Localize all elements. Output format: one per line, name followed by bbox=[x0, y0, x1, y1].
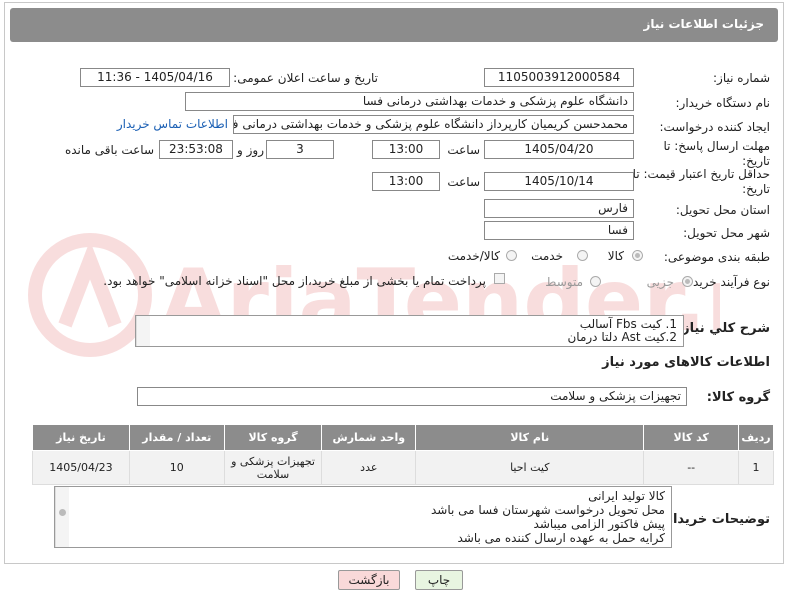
category-option-goods: کالا bbox=[607, 249, 624, 263]
announce-datetime-label: تاریخ و ساعت اعلان عمومی: bbox=[233, 71, 378, 85]
goods-table: ردیف کد کالا نام کالا واحد شمارش گروه کا… bbox=[32, 424, 774, 485]
buyer-notes-line: کالا تولید ایرانی bbox=[588, 489, 665, 503]
buyer-notes-line: پیش فاکتور الزامی میباشد bbox=[533, 517, 665, 531]
goods-info-heading: اطلاعات کالاهای مورد نیاز bbox=[602, 355, 770, 370]
cell-unit: عدد bbox=[321, 450, 417, 485]
cell-row: 1 bbox=[738, 450, 774, 485]
page-header: جزئیات اطلاعات نیاز bbox=[10, 8, 778, 42]
category-label: طبقه بندی موضوعی: bbox=[663, 250, 770, 264]
need-description-label: شرح کلي نياز: bbox=[676, 321, 770, 336]
price-validity-label: حداقل تاریخ اعتبار قیمت: تا تاریخ: bbox=[632, 167, 770, 196]
process-label: نوع فرآیند خرید : bbox=[685, 275, 770, 289]
payment-note: پرداخت تمام یا بخشی از مبلغ خرید،از محل … bbox=[103, 274, 486, 288]
col-header-code: کد کالا bbox=[643, 424, 740, 451]
col-header-qty: تعداد / مقدار bbox=[128, 424, 225, 451]
category-radio-service[interactable] bbox=[577, 250, 588, 261]
buyer-notes-scrollbar[interactable] bbox=[55, 487, 69, 547]
deadline-label: مهلت ارسال پاسخ: تا تاریخ: bbox=[663, 139, 770, 168]
province-field: فارس bbox=[484, 199, 634, 218]
col-header-unit: واحد شمارش bbox=[321, 424, 417, 451]
print-button[interactable]: چاپ bbox=[415, 570, 463, 590]
requester-label: ایجاد کننده درخواست: bbox=[659, 120, 770, 134]
need-number-label: شماره نیاز: bbox=[713, 71, 770, 85]
day-and-label: روز و bbox=[237, 143, 264, 157]
cell-code: -- bbox=[643, 450, 740, 485]
category-radio-goods[interactable] bbox=[632, 250, 643, 261]
announce-datetime-field: 1405/04/16 - 11:36 bbox=[80, 68, 230, 87]
validity-time-label: ساعت bbox=[447, 175, 480, 189]
time-remaining-label: ساعت باقی مانده bbox=[64, 143, 154, 157]
category-option-goods-service: کالا/خدمت bbox=[447, 249, 500, 263]
validity-date-field: 1405/10/14 bbox=[484, 172, 634, 191]
col-header-row: ردیف bbox=[738, 424, 774, 451]
cell-qty: 10 bbox=[128, 450, 225, 485]
cell-group: تجهیزات پزشکی و سلامت bbox=[223, 450, 323, 485]
cell-name: کیت احیا bbox=[415, 450, 645, 485]
buyer-org-label: نام دستگاه خریدار: bbox=[675, 96, 771, 110]
requester-field: محمدحسن کریمیان کارپرداز دانشگاه علوم پز… bbox=[233, 115, 634, 134]
need-description-scrollbar[interactable] bbox=[136, 316, 150, 346]
city-label: شهر محل تحویل: bbox=[683, 226, 770, 240]
buyer-notes-box: کالا تولید ایرانی محل تحویل درخواست شهرس… bbox=[54, 486, 672, 548]
goods-table-header: ردیف کد کالا نام کالا واحد شمارش گروه کا… bbox=[32, 424, 774, 451]
days-remaining-field: 3 bbox=[266, 140, 334, 159]
back-button[interactable]: بازگشت bbox=[338, 570, 400, 590]
scroll-thumb[interactable] bbox=[59, 509, 66, 516]
city-field: فسا bbox=[484, 221, 634, 240]
page-title: جزئیات اطلاعات نیاز bbox=[643, 17, 764, 31]
deadline-time-label: ساعت bbox=[447, 143, 480, 157]
process-radio-minor[interactable] bbox=[682, 276, 693, 287]
time-remaining-field: 23:53:08 bbox=[159, 140, 233, 159]
buyer-contact-link[interactable]: اطلاعات تماس خریدار bbox=[117, 117, 228, 131]
buyer-notes-label: توضیحات خریدار: bbox=[660, 512, 770, 527]
buyer-org-field: دانشگاه علوم پزشکی و خدمات بهداشتی درمان… bbox=[185, 92, 634, 111]
deadline-date-field: 1405/04/20 bbox=[484, 140, 634, 159]
need-number-field: 1105003912000584 bbox=[484, 68, 634, 87]
treasury-payment-checkbox[interactable] bbox=[494, 273, 505, 284]
col-header-group: گروه کالا bbox=[223, 424, 323, 451]
process-option-minor: جزیی bbox=[646, 275, 674, 289]
process-radio-medium[interactable] bbox=[590, 276, 601, 287]
table-row: 1 -- کیت احیا عدد تجهیزات پزشکی و سلامت … bbox=[32, 450, 774, 485]
goods-group-field: تجهیزات پزشکی و سلامت bbox=[137, 387, 687, 406]
category-radio-goods-service[interactable] bbox=[506, 250, 517, 261]
process-option-medium: متوسط bbox=[545, 275, 583, 289]
cell-date: 1405/04/23 bbox=[32, 450, 130, 485]
province-label: استان محل تحویل: bbox=[675, 203, 770, 217]
need-description-line: 2.کیت Ast دلتا درمان bbox=[567, 330, 677, 344]
buyer-notes-line: محل تحویل درخواست شهرستان فسا می باشد bbox=[430, 503, 665, 517]
validity-time-field: 13:00 bbox=[372, 172, 440, 191]
buyer-notes-line: کرایه حمل به عهده ارسال کننده می باشد bbox=[457, 531, 665, 545]
category-option-service: خدمت bbox=[531, 249, 563, 263]
col-header-name: نام کالا bbox=[415, 424, 645, 451]
col-header-date: تاریخ نیاز bbox=[32, 424, 130, 451]
need-description-box: 1. کیت Fbs آسالب 2.کیت Ast دلتا درمان bbox=[135, 315, 684, 347]
deadline-time-field: 13:00 bbox=[372, 140, 440, 159]
goods-group-label: گروه کالا: bbox=[706, 390, 770, 405]
